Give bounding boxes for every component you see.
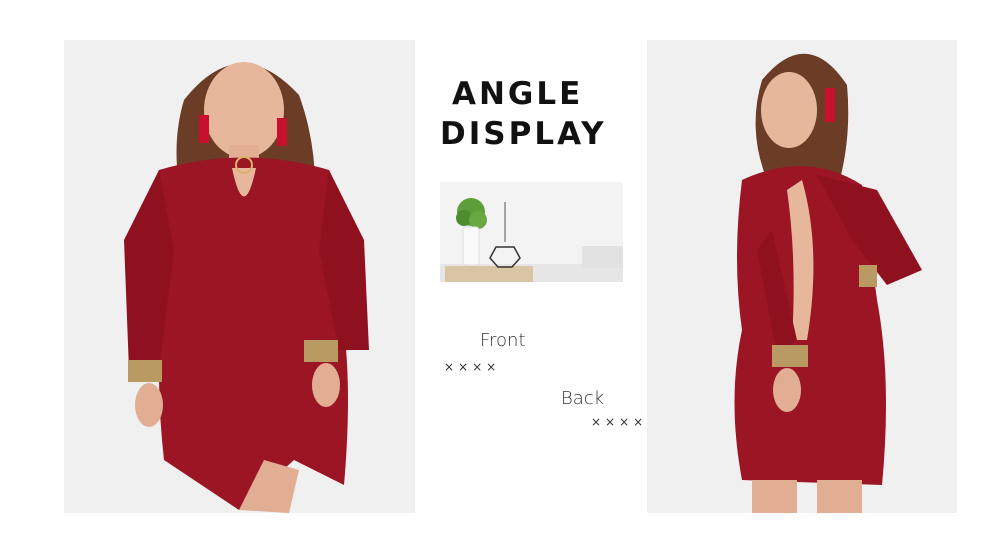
front-marks: ×××× [444,360,501,374]
back-marks: ×××× [591,415,648,429]
front-view-photo [64,40,415,513]
decor-image [440,182,623,282]
angle-display-heading: ANGLE DISPLAY [440,74,640,154]
heading-line-2: DISPLAY [440,116,607,152]
heading-line-1: ANGLE [452,76,584,112]
front-label: Front [480,330,526,351]
back-view-photo [647,40,957,513]
back-label: Back [561,388,605,409]
